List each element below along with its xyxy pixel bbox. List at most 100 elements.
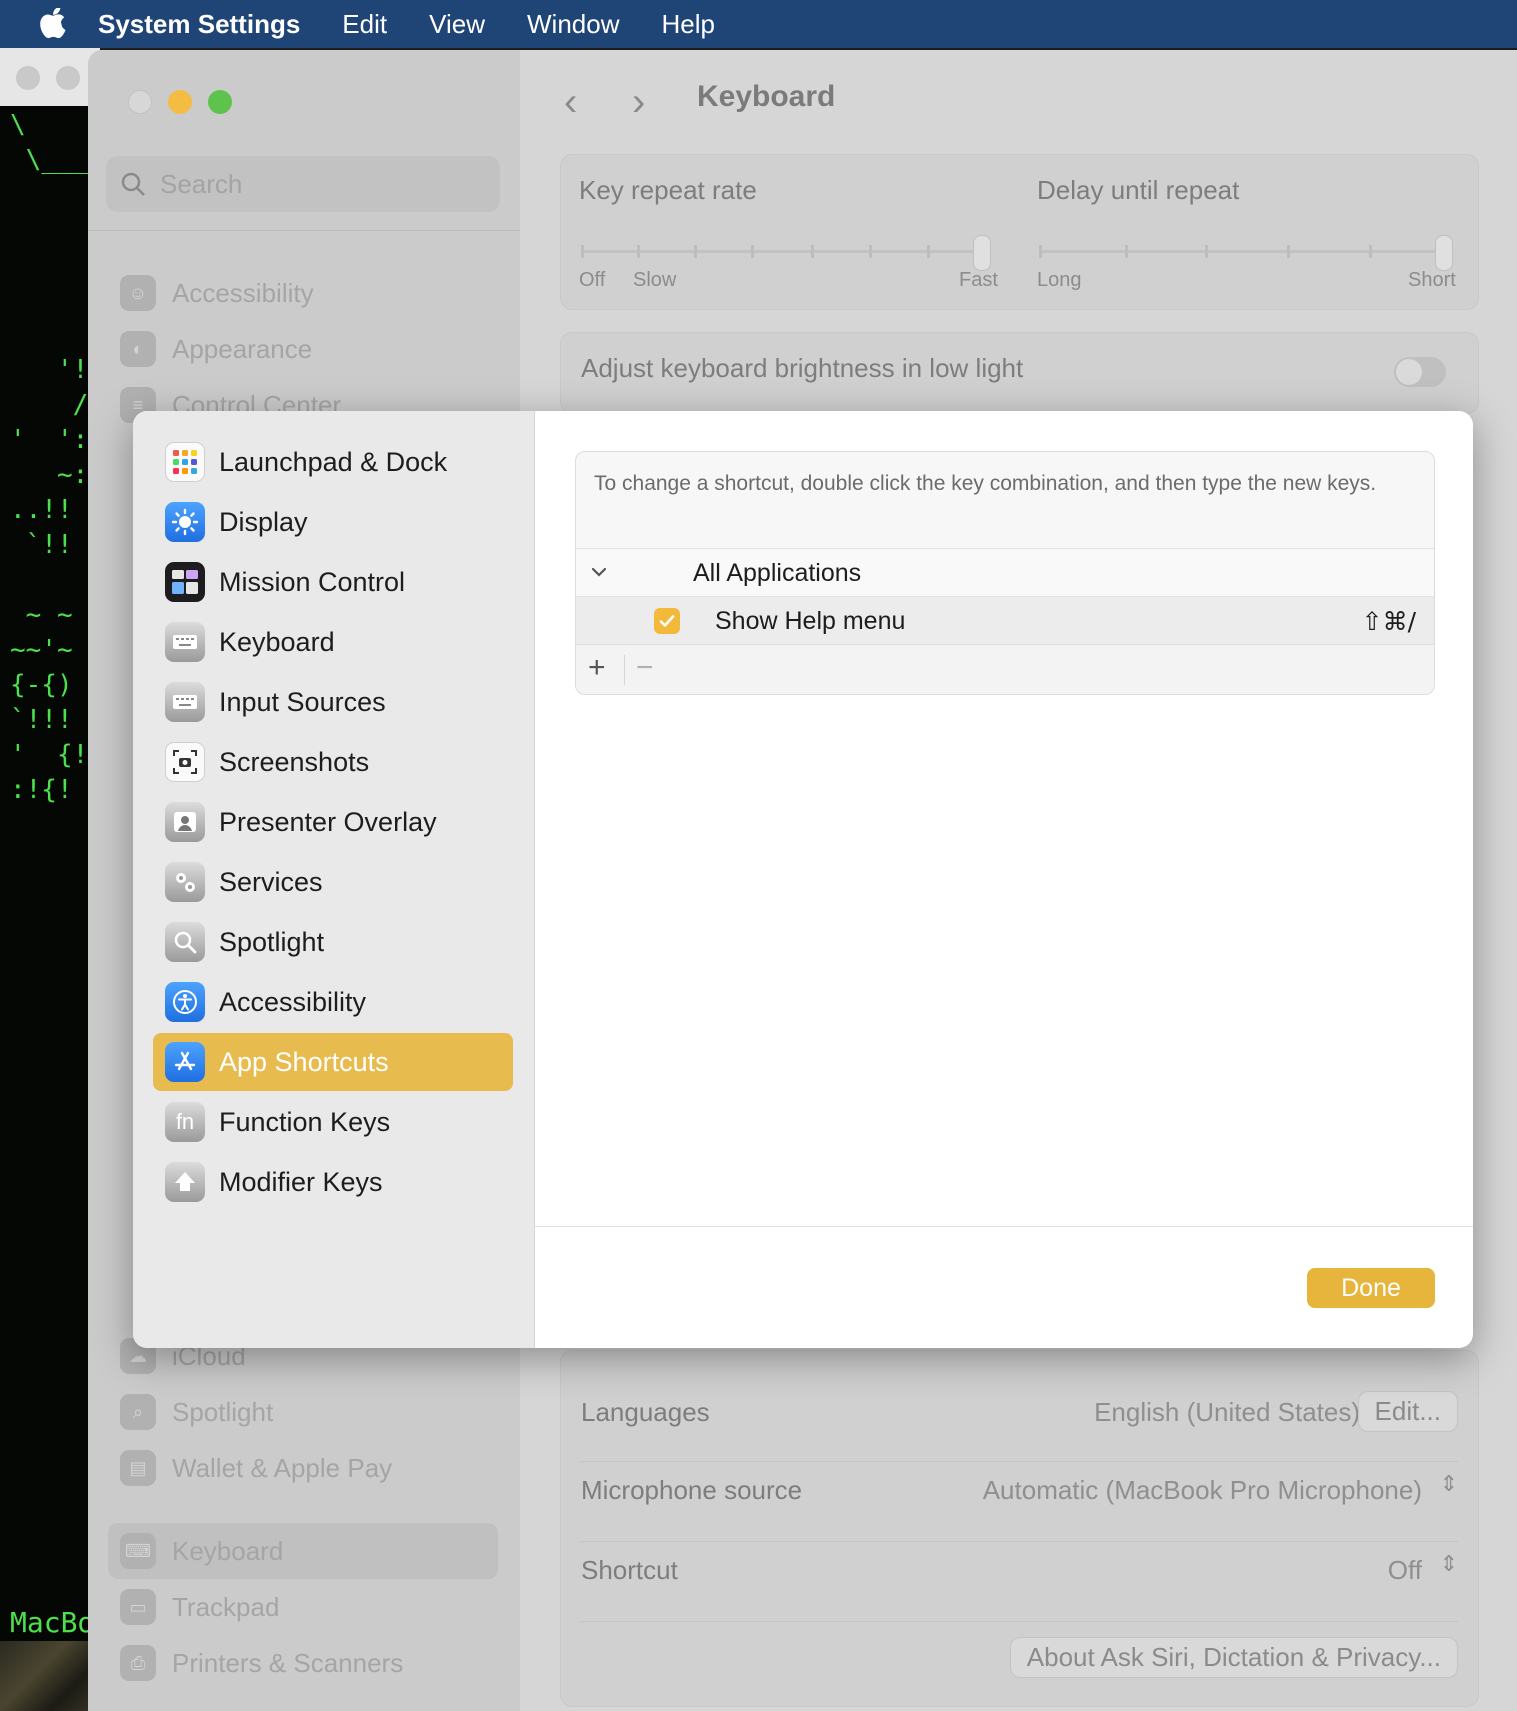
forward-arrow-icon[interactable]: › — [632, 80, 645, 125]
instructions-text: To change a shortcut, double click the k… — [594, 472, 1377, 495]
trackpad-icon: ▭ — [120, 1589, 156, 1625]
category-screenshots[interactable]: Screenshots — [153, 733, 513, 791]
page-title: Keyboard — [697, 80, 836, 113]
zoom-button[interactable] — [208, 90, 232, 114]
sidebar-item-spotlight[interactable]: ⌕ Spotlight — [120, 1389, 273, 1435]
footer-divider — [535, 1226, 1473, 1227]
brightness-toggle[interactable] — [1394, 357, 1446, 387]
spotlight-icon — [165, 922, 205, 962]
input-sources-icon — [165, 682, 205, 722]
terminal-close-button[interactable] — [16, 66, 40, 90]
sidebar-item-printers[interactable]: ⎙ Printers & Scanners — [120, 1640, 403, 1686]
category-label: App Shortcuts — [219, 1046, 389, 1077]
keyboard-icon: ⌨ — [120, 1533, 156, 1569]
sidebar-item-wallet[interactable]: ▤ Wallet & Apple Pay — [120, 1445, 392, 1491]
slider-max-label: Fast — [959, 269, 998, 291]
category-accessibility[interactable]: Accessibility — [153, 973, 513, 1031]
shortcut-name: Show Help menu — [715, 607, 906, 635]
done-button[interactable]: Done — [1307, 1268, 1435, 1308]
terminal-window: \ \___ '! / ' ': ~: ..!! `!! ~ ~ ~~'~ {-… — [0, 48, 100, 1711]
accessibility-icon: ☺ — [120, 275, 156, 311]
category-label: Spotlight — [219, 926, 325, 957]
slider-max-label: Short — [1408, 269, 1456, 291]
slider-slow-label: Slow — [633, 269, 677, 291]
category-label: Mission Control — [219, 566, 406, 597]
category-label: Input Sources — [219, 686, 386, 717]
shortcut-key-combination[interactable]: ⇧⌘/ — [1362, 607, 1416, 636]
sidebar-divider — [88, 230, 520, 231]
shortcut-categories: Launchpad & Dock Display Mission Control… — [133, 411, 535, 1348]
shortcut-enabled-checkbox[interactable] — [654, 608, 680, 634]
key-repeat-slider[interactable] — [581, 235, 991, 271]
sidebar-item-keyboard[interactable]: ⌨ Keyboard — [120, 1528, 283, 1574]
shortcut-row[interactable]: Show Help menu ⇧⌘/ — [576, 596, 1434, 645]
slider-min-label: Long — [1037, 269, 1082, 291]
chevron-down-icon[interactable] — [586, 559, 612, 590]
application-group-row[interactable]: All Applications — [576, 548, 1434, 597]
shortcut-value[interactable]: Off — [1388, 1555, 1422, 1586]
category-keyboard[interactable]: Keyboard — [153, 613, 513, 671]
stepper-chevrons-icon[interactable]: ⇕ — [1440, 1471, 1458, 1497]
sidebar-item-label: Trackpad — [172, 1591, 280, 1622]
minimize-button[interactable] — [168, 90, 192, 114]
sidebar-item-label: Keyboard — [172, 1535, 284, 1566]
languages-label: Languages — [581, 1397, 710, 1427]
microphone-label: Microphone source — [581, 1475, 803, 1505]
row-divider — [581, 1541, 1458, 1542]
category-mission-control[interactable]: Mission Control — [153, 553, 513, 611]
mission-control-icon — [165, 562, 205, 602]
category-launchpad-dock[interactable]: Launchpad & Dock — [153, 433, 513, 491]
slider-min-label: Off — [579, 269, 606, 291]
search-placeholder: Search — [160, 168, 243, 199]
sidebar-item-appearance[interactable]: ◐ Appearance — [120, 326, 312, 372]
category-modifier-keys[interactable]: Modifier Keys — [153, 1153, 513, 1211]
microphone-value[interactable]: Automatic (MacBook Pro Microphone) — [983, 1475, 1422, 1506]
menu-edit[interactable]: Edit — [342, 9, 387, 40]
menu-app-name[interactable]: System Settings — [98, 9, 300, 40]
key-repeat-slider-knob[interactable] — [973, 235, 991, 271]
about-siri-privacy-button[interactable]: About Ask Siri, Dictation & Privacy... — [1009, 1637, 1458, 1678]
back-arrow-icon[interactable]: ‹ — [564, 80, 577, 125]
delay-repeat-slider-knob[interactable] — [1435, 235, 1453, 271]
spotlight-icon: ⌕ — [120, 1394, 156, 1430]
category-display[interactable]: Display — [153, 493, 513, 551]
keyboard-icon — [165, 622, 205, 662]
window-controls — [128, 90, 232, 114]
category-input-sources[interactable]: Input Sources — [153, 673, 513, 731]
menu-view[interactable]: View — [429, 9, 485, 40]
search-field[interactable]: Search — [106, 156, 500, 212]
menu-help[interactable]: Help — [661, 9, 714, 40]
category-function-keys[interactable]: fn Function Keys — [153, 1093, 513, 1151]
category-label: Display — [219, 506, 308, 537]
terminal-prompt: MacBo — [10, 1606, 95, 1639]
search-icon — [121, 172, 145, 196]
sidebar-item-trackpad[interactable]: ▭ Trackpad — [120, 1584, 279, 1630]
category-app-shortcuts[interactable]: App Shortcuts — [153, 1033, 513, 1091]
delay-repeat-label: Delay until repeat — [1037, 175, 1240, 205]
category-services[interactable]: Services — [153, 853, 513, 911]
category-label: Keyboard — [219, 626, 335, 657]
presenter-overlay-icon — [165, 802, 205, 842]
category-spotlight[interactable]: Spotlight — [153, 913, 513, 971]
languages-value: English (United States) — [1094, 1397, 1360, 1427]
close-button[interactable] — [128, 90, 152, 114]
sidebar-item-label: Printers & Scanners — [172, 1647, 404, 1678]
add-shortcut-button[interactable]: + — [588, 651, 606, 685]
row-divider — [581, 1461, 1458, 1462]
dictation-card: Languages English (United States) Edit..… — [560, 1350, 1479, 1707]
stepper-chevrons-icon[interactable]: ⇕ — [1440, 1551, 1458, 1577]
remove-shortcut-button[interactable]: − — [636, 651, 654, 685]
apple-logo-icon[interactable] — [40, 7, 70, 41]
sidebar-item-accessibility[interactable]: ☺ Accessibility — [120, 270, 314, 316]
keyboard-shortcuts-sheet: Launchpad & Dock Display Mission Control… — [133, 411, 1473, 1348]
app-store-icon — [165, 1042, 205, 1082]
menu-bar: System Settings Edit View Window Help — [0, 0, 1517, 48]
terminal-minimize-button[interactable] — [56, 66, 80, 90]
delay-repeat-slider[interactable] — [1039, 235, 1453, 271]
desktop-wallpaper — [0, 1641, 100, 1711]
screenshot-icon — [165, 742, 205, 782]
category-presenter-overlay[interactable]: Presenter Overlay — [153, 793, 513, 851]
languages-edit-button[interactable]: Edit... — [1357, 1391, 1458, 1432]
category-label: Modifier Keys — [219, 1166, 383, 1197]
menu-window[interactable]: Window — [527, 9, 619, 40]
